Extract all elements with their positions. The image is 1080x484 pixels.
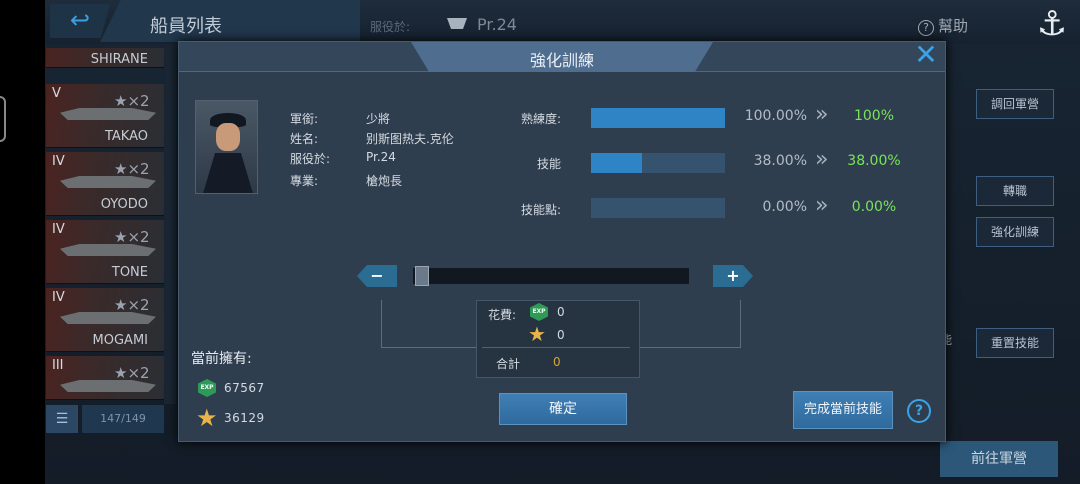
- stat-label: 技能: [536, 157, 561, 171]
- rank-value: 少將: [366, 112, 391, 126]
- recall-button[interactable]: 調回軍營: [976, 89, 1054, 119]
- name-label: 姓名:: [290, 132, 319, 146]
- rank-label: 軍銜:: [290, 112, 319, 126]
- ship-multiplier: ★×2: [114, 364, 150, 382]
- cost-divider: [482, 347, 630, 348]
- service-label: 服役於:: [290, 152, 331, 166]
- service-ship-name: Pr.24: [477, 15, 517, 34]
- stat-label: 熟練度:: [520, 112, 561, 126]
- reset-skill-button[interactable]: 重置技能: [976, 328, 1054, 358]
- ship-tier: IV: [52, 154, 65, 169]
- ship-tier: III: [52, 358, 64, 373]
- star-icon: ★: [196, 404, 218, 432]
- stat-current: 38.00%: [753, 153, 807, 169]
- stat-current: 100.00%: [744, 108, 807, 124]
- anchor-icon[interactable]: ⚓: [1030, 2, 1074, 46]
- crew-count: 147/149: [82, 405, 164, 433]
- title-tab: [100, 0, 360, 42]
- back-button[interactable]: ↩: [50, 4, 110, 38]
- owned-title: 當前擁有:: [191, 351, 252, 367]
- ship-list-item[interactable]: SHIRANE: [46, 48, 164, 68]
- help-icon[interactable]: ?: [907, 399, 931, 423]
- stat-label: 技能點:: [520, 203, 561, 217]
- officer-face: [216, 123, 240, 151]
- system-edge: [0, 0, 45, 484]
- back-arrow-icon: ↩: [69, 6, 91, 34]
- crew-portrait: [195, 100, 258, 194]
- star-icon: ★: [528, 322, 546, 346]
- total-value: 0: [553, 355, 561, 369]
- close-icon[interactable]: ✕: [911, 40, 941, 70]
- dialog-title: 強化訓練: [529, 51, 594, 70]
- confirm-button[interactable]: 確定: [499, 393, 627, 425]
- officer-uniform: [202, 153, 254, 193]
- help-label: 幫助: [938, 17, 969, 35]
- ship-name: TAKAO: [104, 129, 148, 144]
- owned-exp-value: 67567: [224, 381, 265, 395]
- total-label: 合計: [496, 357, 521, 371]
- cost-star-value: 0: [557, 328, 565, 342]
- stat-bar-fill: [591, 108, 725, 128]
- service-label: 服役於:: [370, 20, 411, 34]
- name-value: 别斯图热夫.克伦: [366, 132, 454, 146]
- goto-barracks-button[interactable]: 前往軍營: [940, 441, 1058, 477]
- cost-label: 花費:: [488, 308, 517, 322]
- ship-name: SHIRANE: [90, 52, 148, 67]
- list-icon: ☰: [55, 411, 69, 427]
- stat-after: 100%: [853, 108, 895, 124]
- ship-name: OYODO: [100, 197, 148, 212]
- ship-list-item[interactable]: IV ★×2 OYODO: [46, 152, 164, 216]
- double-chevron-icon: »: [815, 193, 829, 218]
- ship-tier: IV: [52, 290, 65, 305]
- stat-after: 0.00%: [851, 199, 897, 215]
- ship-tier: V: [52, 86, 61, 101]
- double-chevron-icon: »: [815, 102, 829, 127]
- ship-name: MOGAMI: [92, 333, 148, 348]
- page-title: 船員列表: [150, 16, 222, 37]
- ship-list-item[interactable]: IV ★×2 MOGAMI: [46, 288, 164, 352]
- double-chevron-icon: »: [815, 147, 829, 172]
- job-label: 專業:: [290, 174, 319, 188]
- system-notch: [0, 96, 6, 142]
- ship-name: TONE: [111, 265, 148, 280]
- stat-current: 0.00%: [762, 199, 807, 215]
- ship-list-item[interactable]: IV ★×2 TONE: [46, 220, 164, 284]
- job-value: 槍炮長: [366, 174, 403, 188]
- service-value: Pr.24: [366, 150, 396, 164]
- help-button[interactable]: ? 幫助: [918, 15, 968, 36]
- stat-bar: [591, 198, 725, 218]
- transfer-button[interactable]: 轉職: [976, 176, 1054, 206]
- training-dialog: 強化訓練 ✕ 軍銜: 少將 姓名: 别斯图热夫.克伦 服役於: Pr.24 專業…: [178, 40, 946, 442]
- ship-list-item[interactable]: V ★×2 TAKAO: [46, 84, 164, 148]
- ship-list-item[interactable]: III ★×2: [46, 356, 164, 400]
- help-icon: ?: [918, 20, 934, 36]
- ship-multiplier: ★×2: [114, 228, 150, 246]
- ship-tier: IV: [52, 222, 65, 237]
- list-menu-button[interactable]: ☰: [46, 405, 78, 433]
- stat-after: 38.00%: [847, 153, 901, 169]
- amount-slider-track[interactable]: [413, 268, 689, 284]
- list-divider: [164, 44, 176, 404]
- stat-bar: [591, 108, 725, 128]
- stat-bar-fill: [591, 153, 642, 173]
- stat-bar: [591, 153, 725, 173]
- complete-skill-button[interactable]: 完成當前技能: [793, 391, 893, 429]
- exp-icon: EXP: [198, 379, 216, 397]
- ship-multiplier: ★×2: [114, 92, 150, 110]
- train-button[interactable]: 強化訓練: [976, 217, 1054, 247]
- ship-multiplier: ★×2: [114, 160, 150, 178]
- cost-exp-value: 0: [557, 305, 565, 319]
- decrease-button[interactable]: −: [357, 265, 397, 287]
- increase-button[interactable]: +: [713, 265, 753, 287]
- ship-multiplier: ★×2: [114, 296, 150, 314]
- owned-star-value: 36129: [224, 411, 265, 425]
- amount-slider-handle[interactable]: [415, 266, 429, 286]
